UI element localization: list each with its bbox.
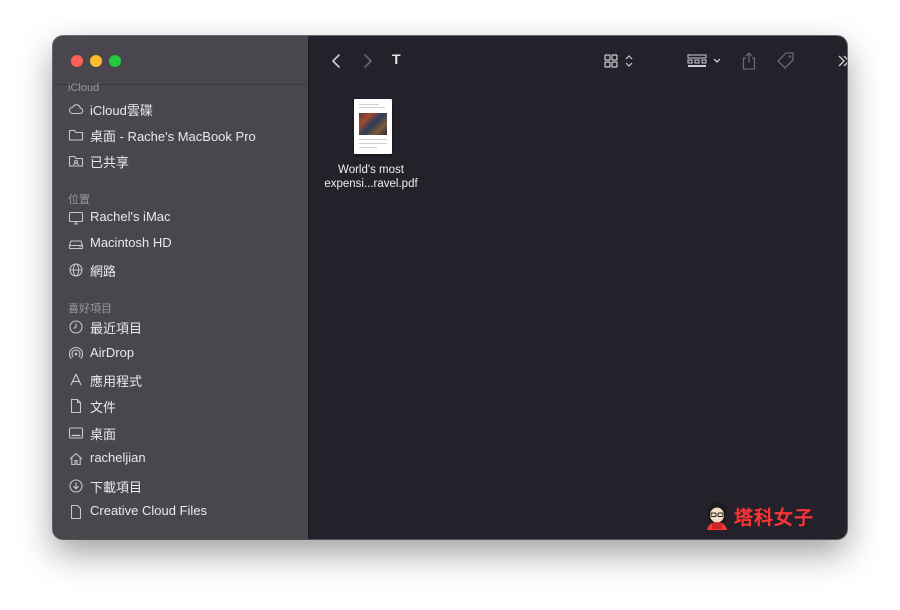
shared-folder-icon bbox=[68, 153, 84, 169]
sidebar-item-icloud-drive[interactable]: iCloud雲碟 bbox=[65, 97, 301, 121]
group-by-button[interactable] bbox=[686, 50, 724, 72]
sidebar-item-shared[interactable]: 已共享 bbox=[65, 149, 301, 173]
back-button[interactable] bbox=[327, 50, 345, 72]
file-item-pdf[interactable]: World's most expensi...ravel.pdf bbox=[321, 97, 421, 197]
sidebar-item-imac[interactable]: Rachel's iMac bbox=[65, 206, 301, 230]
sidebar-item-label: Creative Cloud Files bbox=[90, 503, 208, 518]
download-icon bbox=[68, 478, 84, 494]
document-icon bbox=[68, 398, 84, 414]
file-name-line-1: World's most bbox=[338, 164, 404, 176]
sidebar-item-network[interactable]: 網路 bbox=[65, 258, 301, 282]
forward-icon bbox=[363, 53, 373, 69]
sidebar-item-label: 下載項目 bbox=[90, 480, 143, 495]
sidebar-item-desktop[interactable]: 桌面 bbox=[65, 421, 301, 445]
sidebar-item-desktop-macbook[interactable]: 桌面 - Rache's MacBook Pro bbox=[65, 123, 301, 147]
watermark-logo: 塔科女子 bbox=[703, 498, 823, 534]
sidebar-item-home[interactable]: racheljian bbox=[65, 447, 301, 471]
sidebar-item-macintosh-hd[interactable]: Macintosh HD bbox=[65, 232, 301, 256]
sidebar-item-label: Macintosh HD bbox=[90, 235, 172, 250]
hard-drive-icon bbox=[68, 236, 84, 252]
share-icon bbox=[741, 51, 757, 71]
sidebar-item-label: 網路 bbox=[90, 264, 117, 279]
sidebar-item-creative-cloud[interactable]: Creative Cloud Files bbox=[65, 500, 301, 524]
sidebar-item-label: 應用程式 bbox=[90, 374, 143, 389]
sidebar-item-label: racheljian bbox=[90, 450, 146, 465]
tag-button[interactable] bbox=[775, 50, 797, 72]
sidebar: iCloud iCloud雲碟 桌面 - Rache's MacBook Pro… bbox=[53, 36, 309, 539]
file-icon bbox=[68, 504, 84, 520]
folder-icon bbox=[68, 127, 84, 143]
airdrop-icon bbox=[68, 346, 84, 362]
file-name: World's most expensi...ravel.pdf bbox=[321, 163, 421, 191]
sidebar-item-airdrop[interactable]: AirDrop bbox=[65, 342, 301, 366]
section-label-favorites: 喜好項目 bbox=[68, 303, 112, 315]
more-icon bbox=[836, 53, 847, 69]
globe-icon bbox=[68, 262, 84, 278]
finder-window: iCloud iCloud雲碟 桌面 - Rache's MacBook Pro… bbox=[53, 36, 847, 539]
close-button[interactable] bbox=[71, 55, 83, 67]
applications-icon bbox=[68, 372, 84, 388]
tag-icon bbox=[776, 51, 796, 71]
titlebar-controls bbox=[53, 36, 308, 85]
forward-button[interactable] bbox=[359, 50, 377, 72]
file-name-line-2: expensi...ravel.pdf bbox=[324, 178, 418, 190]
sidebar-item-recents[interactable]: 最近項目 bbox=[65, 315, 301, 339]
sidebar-item-label: AirDrop bbox=[90, 345, 135, 360]
watermark-text: 塔科女子 bbox=[734, 508, 815, 529]
file-browser: World's most expensi...ravel.pdf bbox=[309, 85, 847, 539]
section-label-locations: 位置 bbox=[68, 194, 90, 206]
clock-icon bbox=[68, 319, 84, 335]
imac-icon bbox=[68, 210, 84, 226]
share-button[interactable] bbox=[739, 50, 759, 72]
view-mode-button[interactable] bbox=[603, 50, 637, 72]
mascot-icon bbox=[703, 499, 731, 531]
more-toolbar-button[interactable] bbox=[835, 50, 847, 72]
sidebar-item-label: 桌面 bbox=[90, 427, 117, 442]
sidebar-item-label: 已共享 bbox=[90, 155, 130, 170]
minimize-button[interactable] bbox=[90, 55, 102, 67]
sidebar-item-label: 最近項目 bbox=[90, 321, 143, 336]
sidebar-item-label: iCloud雲碟 bbox=[90, 103, 153, 118]
home-icon bbox=[68, 451, 84, 467]
sidebar-item-label: 文件 bbox=[90, 400, 117, 415]
group-by-icon bbox=[686, 53, 724, 69]
window-title: T bbox=[392, 51, 401, 67]
icon-view-icon bbox=[603, 53, 637, 69]
sidebar-item-label: 桌面 - Rache's MacBook Pro bbox=[90, 129, 256, 144]
cloud-icon bbox=[68, 101, 84, 117]
sidebar-item-downloads[interactable]: 下載項目 bbox=[65, 474, 301, 498]
pdf-thumbnail-icon bbox=[354, 99, 392, 154]
sidebar-item-label: Rachel's iMac bbox=[90, 209, 171, 224]
back-icon bbox=[331, 53, 341, 69]
sidebar-item-documents[interactable]: 文件 bbox=[65, 394, 301, 418]
section-label-icloud: iCloud bbox=[68, 82, 100, 94]
sidebar-item-applications[interactable]: 應用程式 bbox=[65, 368, 301, 392]
zoom-button[interactable] bbox=[109, 55, 121, 67]
toolbar: T bbox=[309, 36, 847, 85]
desktop-icon bbox=[68, 425, 84, 441]
